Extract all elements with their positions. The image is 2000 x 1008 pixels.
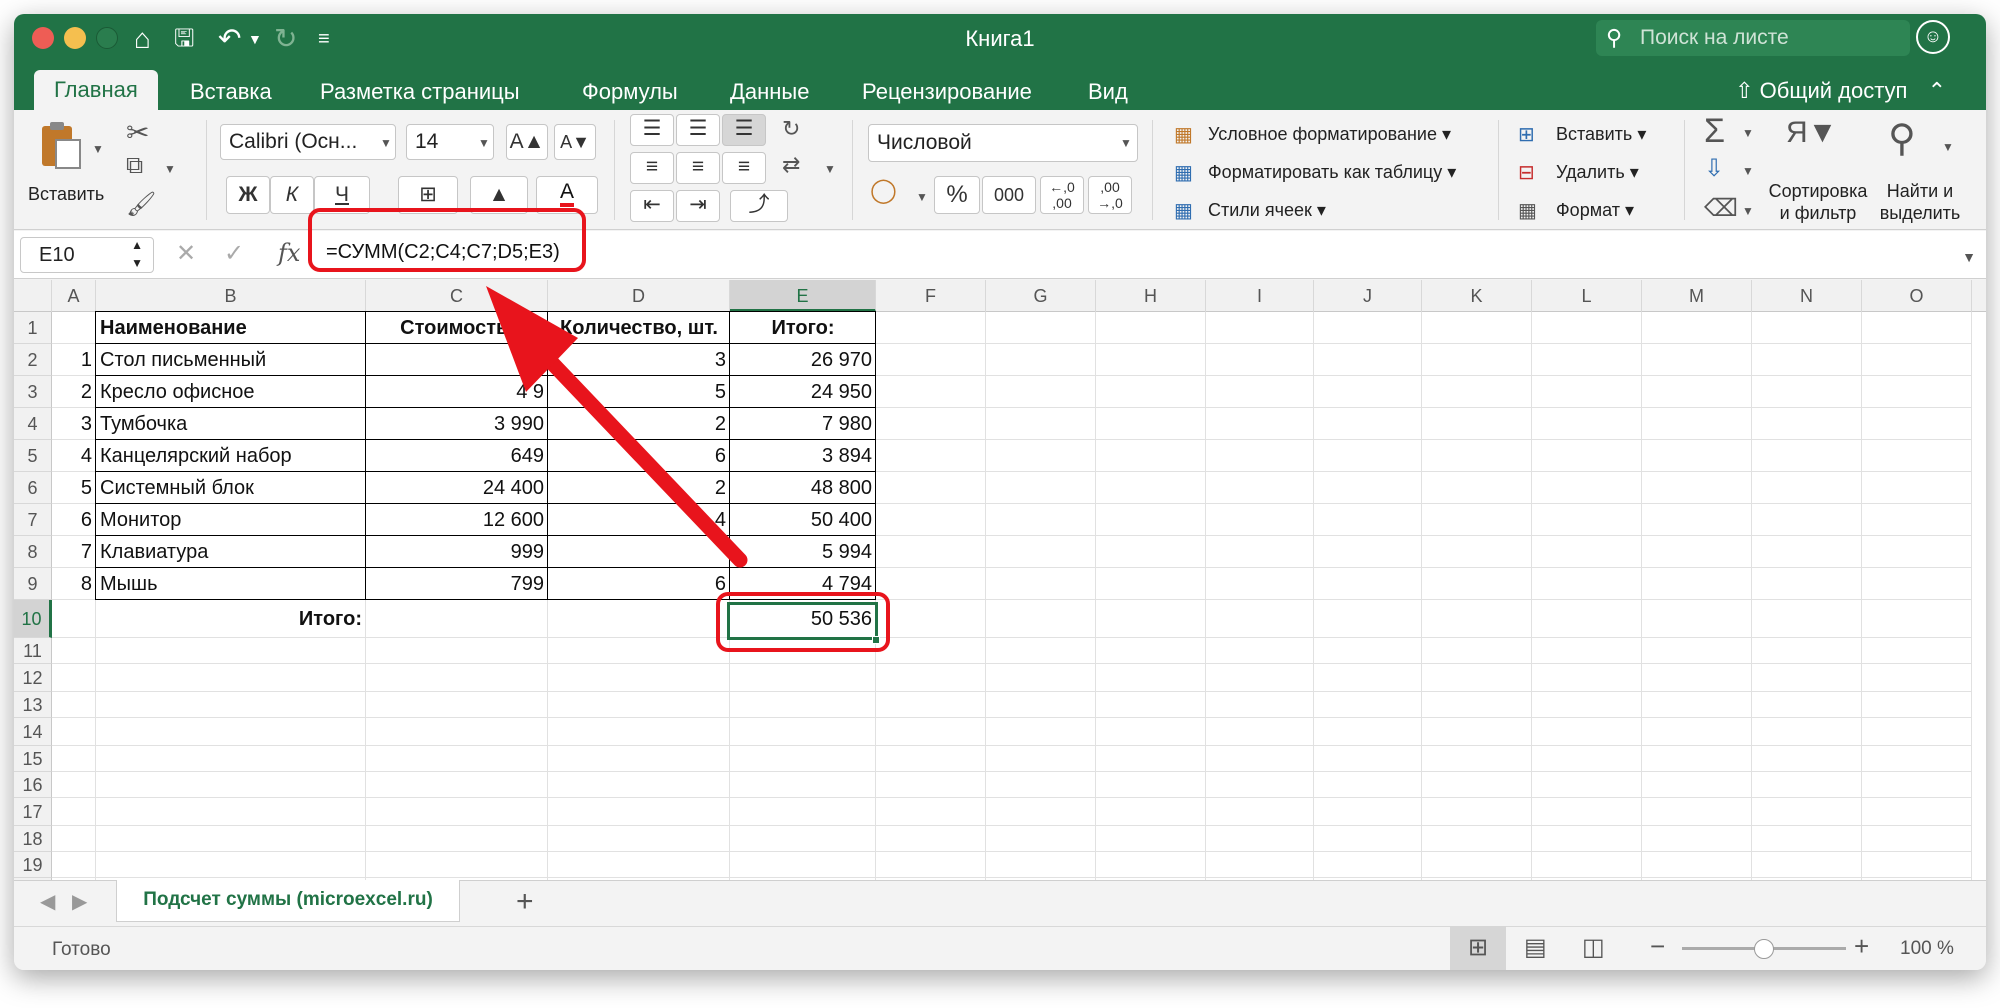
excel-window: ⌂ 🖫 ↶ ▼ ↻ ≡ Книга1 ⚲ Поиск на листе ☺ Гл… [14, 14, 1986, 970]
annotation-arrow [486, 286, 748, 568]
